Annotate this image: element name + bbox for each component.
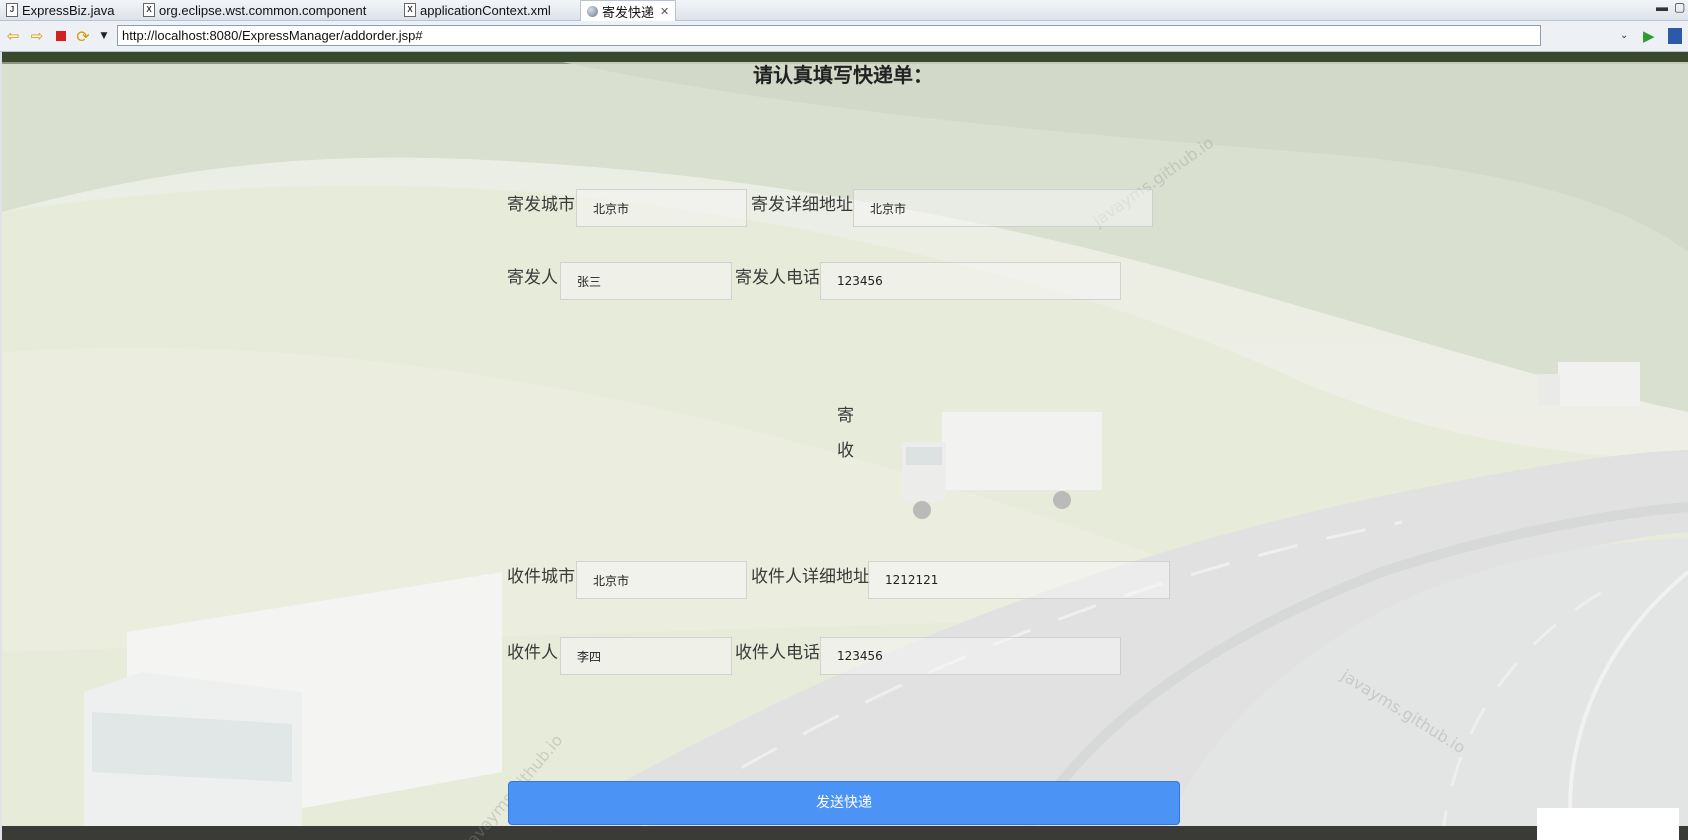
back-arrow-icon[interactable]: ⇦ <box>3 26 23 46</box>
forward-arrow-icon[interactable]: ⇨ <box>27 26 47 46</box>
tab-browser-page[interactable]: 寄发快递 ✕ <box>580 0 677 21</box>
java-file-icon: J <box>6 3 18 17</box>
receive-section-label: 收 <box>837 441 854 461</box>
tab-label: org.eclipse.wst.common.component <box>159 2 367 18</box>
chevron-down-icon[interactable]: ▼ <box>94 26 114 46</box>
sender-city-label: 寄发城市 <box>507 195 575 215</box>
send-express-button[interactable]: 发送快递 <box>508 781 1180 825</box>
sender-name-input[interactable] <box>560 262 732 300</box>
editor-tab-bar: J ExpressBiz.java X org.eclipse.wst.comm… <box>0 0 1688 21</box>
tab-applicationcontext-xml[interactable]: X applicationContext.xml <box>404 0 551 20</box>
sender-city-input[interactable] <box>576 189 747 227</box>
sender-phone-input[interactable] <box>820 262 1121 300</box>
go-arrow-icon[interactable]: ▶ <box>1643 27 1655 45</box>
sender-address-input[interactable] <box>853 189 1153 227</box>
tab-label: ExpressBiz.java <box>22 2 115 18</box>
send-section-label: 寄 <box>837 406 854 426</box>
tab-label: applicationContext.xml <box>420 2 551 18</box>
receiver-phone-label: 收件人电话 <box>735 643 820 663</box>
xml-file-icon: X <box>143 3 155 17</box>
extension-icon[interactable] <box>1668 28 1682 44</box>
xml-file-icon: X <box>404 3 416 17</box>
receiver-address-input[interactable] <box>868 561 1170 599</box>
receiver-name-label: 收件人 <box>507 643 558 663</box>
tab-label: 寄发快递 <box>602 4 655 20</box>
stop-icon[interactable] <box>51 26 71 46</box>
receiver-phone-input[interactable] <box>820 637 1121 675</box>
tab-expressbiz-java[interactable]: J ExpressBiz.java <box>6 0 114 20</box>
page-viewport: javayms.github.io javayms.github.io java… <box>2 52 1688 840</box>
sender-address-label: 寄发详细地址 <box>751 195 853 215</box>
receiver-address-label: 收件人详细地址 <box>751 567 870 587</box>
url-dropdown-icon[interactable]: ⌄ <box>1620 30 1628 41</box>
page-title: 请认真填写快递单： <box>753 63 933 87</box>
browser-toolbar: ⇦ ⇨ ⟳ ▼ http://localhost:8080/ExpressMan… <box>0 21 1688 52</box>
sender-name-label: 寄发人 <box>507 268 558 288</box>
sender-phone-label: 寄发人电话 <box>735 268 820 288</box>
address-bar[interactable]: http://localhost:8080/ExpressManager/add… <box>117 25 1541 46</box>
receiver-name-input[interactable] <box>560 637 732 675</box>
maximize-icon[interactable]: ▢ <box>1674 0 1685 14</box>
globe-icon <box>587 5 598 17</box>
tab-component[interactable]: X org.eclipse.wst.common.component <box>143 0 366 20</box>
minimize-icon[interactable]: ▬ <box>1656 0 1668 14</box>
receiver-city-input[interactable] <box>576 561 747 599</box>
receiver-city-label: 收件城市 <box>507 567 575 587</box>
corner-panel <box>1537 808 1679 840</box>
refresh-icon[interactable]: ⟳ <box>73 26 93 46</box>
close-icon[interactable]: ✕ <box>660 5 669 18</box>
